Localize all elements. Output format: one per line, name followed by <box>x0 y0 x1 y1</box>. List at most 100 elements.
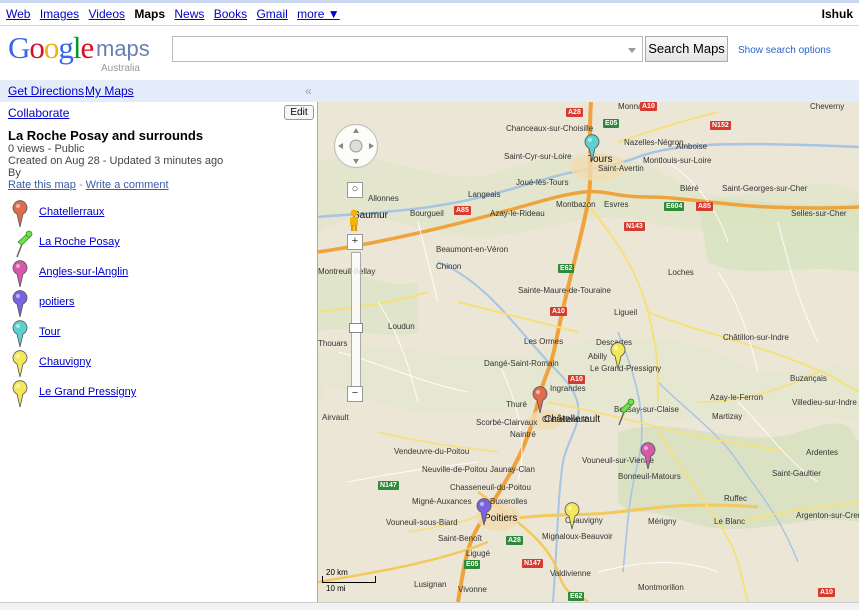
road-shield: E62 <box>558 264 575 273</box>
town-label: Montreuil-Bellay <box>318 267 376 276</box>
reset-view-icon[interactable]: ○ <box>347 182 363 198</box>
collapse-panel-icon[interactable]: « <box>305 84 312 98</box>
town-label: Buxerolles <box>490 497 528 506</box>
placemark-label[interactable]: La Roche Posay <box>39 236 120 248</box>
map-author: By <box>8 167 21 179</box>
placemark-label[interactable]: Chatellerraux <box>39 206 104 218</box>
town-label: Bonneuil-Matours <box>618 472 681 481</box>
placemark-label[interactable]: Chauvigny <box>39 356 91 368</box>
town-label: Allonnes <box>368 194 399 203</box>
town-label: Vendeuvre-du-Poitou <box>394 447 470 456</box>
get-directions-link[interactable]: Get Directions <box>8 84 84 98</box>
zoom-slider[interactable] <box>349 252 363 394</box>
map-pin-icon[interactable] <box>12 200 28 231</box>
pushpin-icon[interactable] <box>12 230 34 261</box>
town-label: Montlouis-sur-Loire <box>643 156 712 165</box>
search-input[interactable] <box>172 36 643 62</box>
zoom-slider-handle[interactable] <box>349 323 363 333</box>
town-label: Vouneuil-sous-Biard <box>386 518 458 527</box>
road-shield: A10 <box>818 588 835 597</box>
town-label: Dangé-Saint-Romain <box>484 359 559 368</box>
road-shield: E05 <box>464 560 481 569</box>
road-shield: A28 <box>506 536 523 545</box>
nav-news[interactable]: News <box>174 7 204 21</box>
road-shield: A85 <box>454 206 471 215</box>
town-label: Langeais <box>468 190 501 199</box>
user-name[interactable]: Ishuk <box>822 7 853 21</box>
nav-images[interactable]: Images <box>40 7 79 21</box>
map-marker-chauvigny[interactable] <box>564 502 580 530</box>
map-marker-poitiers[interactable] <box>476 498 492 526</box>
placemark-item-tour[interactable]: Tour <box>0 320 300 350</box>
google-maps-logo[interactable]: Google maps Australia <box>8 32 158 75</box>
write-comment-link[interactable]: Write a comment <box>86 179 169 191</box>
town-label: Sainte-Maure-de-Touraine <box>518 286 611 295</box>
town-label: Airvault <box>322 413 349 422</box>
google-top-bar: Web Images Videos Maps News Books Gmail … <box>0 0 859 26</box>
nav-web[interactable]: Web <box>6 7 30 21</box>
edit-button[interactable]: Edit <box>284 105 314 120</box>
pan-control[interactable] <box>334 124 378 168</box>
town-label: Chatellerault <box>542 415 587 424</box>
collaborate-link[interactable]: Collaborate <box>8 106 69 120</box>
map-pin-icon[interactable] <box>12 380 28 411</box>
placemark-item-chauvigny[interactable]: Chauvigny <box>0 350 300 380</box>
map-views: 0 views - Public <box>8 143 85 155</box>
road-shield: N147 <box>522 559 543 568</box>
placemark-item-angles-sur-langlin[interactable]: Angles-sur-lAnglin <box>0 260 300 290</box>
placemark-label[interactable]: Angles-sur-lAnglin <box>39 266 128 278</box>
placemark-item-poitiers[interactable]: poitiers <box>0 290 300 320</box>
placemark-item-chatellerraux[interactable]: Chatellerraux <box>0 200 300 230</box>
map-canvas[interactable]: Monnaie Cheverny Chanceaux-sur-Choisille Na… <box>318 102 859 602</box>
search-maps-button[interactable]: Search Maps <box>645 36 728 62</box>
logo-product: maps <box>96 36 150 61</box>
town-label: Vivonne <box>458 585 487 594</box>
nav-books[interactable]: Books <box>214 7 247 21</box>
zoom-in-button[interactable]: + <box>347 234 363 250</box>
nav-videos[interactable]: Videos <box>89 7 125 21</box>
pushpin-marker-la-roche-posay[interactable] <box>614 398 635 426</box>
nav-more[interactable]: more ▼ <box>297 7 340 21</box>
rate-map-link[interactable]: Rate this map <box>8 179 76 191</box>
show-search-options-link[interactable]: Show search options <box>738 45 831 56</box>
road-shield: A10 <box>640 102 657 111</box>
town-label: Montbazon <box>556 200 596 209</box>
maps-header: Google maps Australia Search Maps Show s… <box>0 26 859 80</box>
search-history-dropdown-icon[interactable] <box>628 48 636 53</box>
town-label: Azay-le-Rideau <box>490 209 545 218</box>
road-shield: E604 <box>664 202 685 211</box>
my-maps-link[interactable]: My Maps <box>85 84 134 98</box>
road-shield: A28 <box>566 108 583 117</box>
map-title: La Roche Posay and surrounds <box>8 128 204 143</box>
map-pin-icon[interactable] <box>12 260 28 291</box>
placemark-label[interactable]: Le Grand Pressigny <box>39 386 136 398</box>
placemark-label[interactable]: poitiers <box>39 296 74 308</box>
placemark-item-la-roche-posay[interactable]: La Roche Posay <box>0 230 300 260</box>
street-view-pegman-icon[interactable] <box>347 209 361 231</box>
town-label: Azay-le-Ferron <box>710 393 763 402</box>
town-label: Ingrandes <box>550 384 586 393</box>
road-shield: A10 <box>550 307 567 316</box>
town-label: Loudun <box>388 322 415 331</box>
town-label: Neuville-de-Poitou <box>422 465 488 474</box>
town-label: Valdivienne <box>550 569 591 578</box>
map-marker-tour[interactable] <box>584 134 600 162</box>
town-label: Mérigny <box>648 517 677 526</box>
zoom-out-button[interactable]: − <box>347 386 363 402</box>
town-label: Martizay <box>712 412 743 421</box>
map-actions: Rate this map - Write a comment <box>8 179 169 191</box>
placemark-item-le-grand-pressigny[interactable]: Le Grand Pressigny <box>0 380 300 410</box>
map-pin-icon[interactable] <box>12 350 28 381</box>
map-pin-icon[interactable] <box>12 290 28 321</box>
map-marker-angles-sur-langlin[interactable] <box>640 442 656 470</box>
sidebar-link-bar: Get Directions My Maps « <box>0 80 318 102</box>
town-label: Loches <box>668 268 694 277</box>
nav-gmail[interactable]: Gmail <box>256 7 287 21</box>
map-marker-le-grand-pressigny[interactable] <box>610 342 626 370</box>
map-pin-icon[interactable] <box>12 320 28 351</box>
road-shield: A10 <box>568 375 585 384</box>
town-label: Saint-Gaultier <box>772 469 821 478</box>
town-label: Ligueil <box>614 308 638 317</box>
map-marker-chatellerraux[interactable] <box>532 386 548 414</box>
placemark-label[interactable]: Tour <box>39 326 60 338</box>
